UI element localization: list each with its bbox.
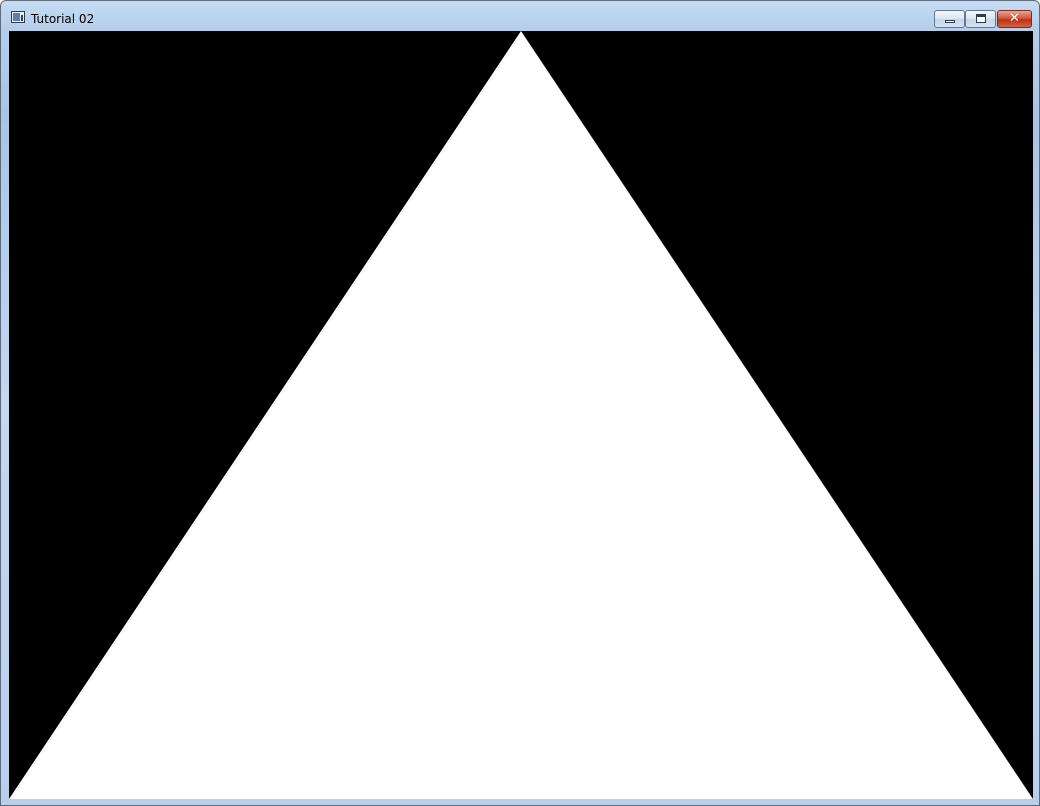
minimize-button[interactable] xyxy=(934,10,965,28)
minimize-icon xyxy=(945,20,955,23)
close-icon: ✕ xyxy=(1009,11,1020,26)
maximize-button[interactable] xyxy=(965,10,996,28)
application-window: Tutorial 02 ✕ xyxy=(0,0,1040,806)
render-viewport[interactable] xyxy=(9,31,1033,799)
maximize-icon xyxy=(976,14,986,23)
app-icon[interactable] xyxy=(11,11,25,23)
title-bar[interactable]: Tutorial 02 ✕ xyxy=(1,1,1039,31)
close-button[interactable]: ✕ xyxy=(997,10,1032,28)
window-title: Tutorial 02 xyxy=(31,12,95,26)
scene-canvas xyxy=(9,31,1033,799)
